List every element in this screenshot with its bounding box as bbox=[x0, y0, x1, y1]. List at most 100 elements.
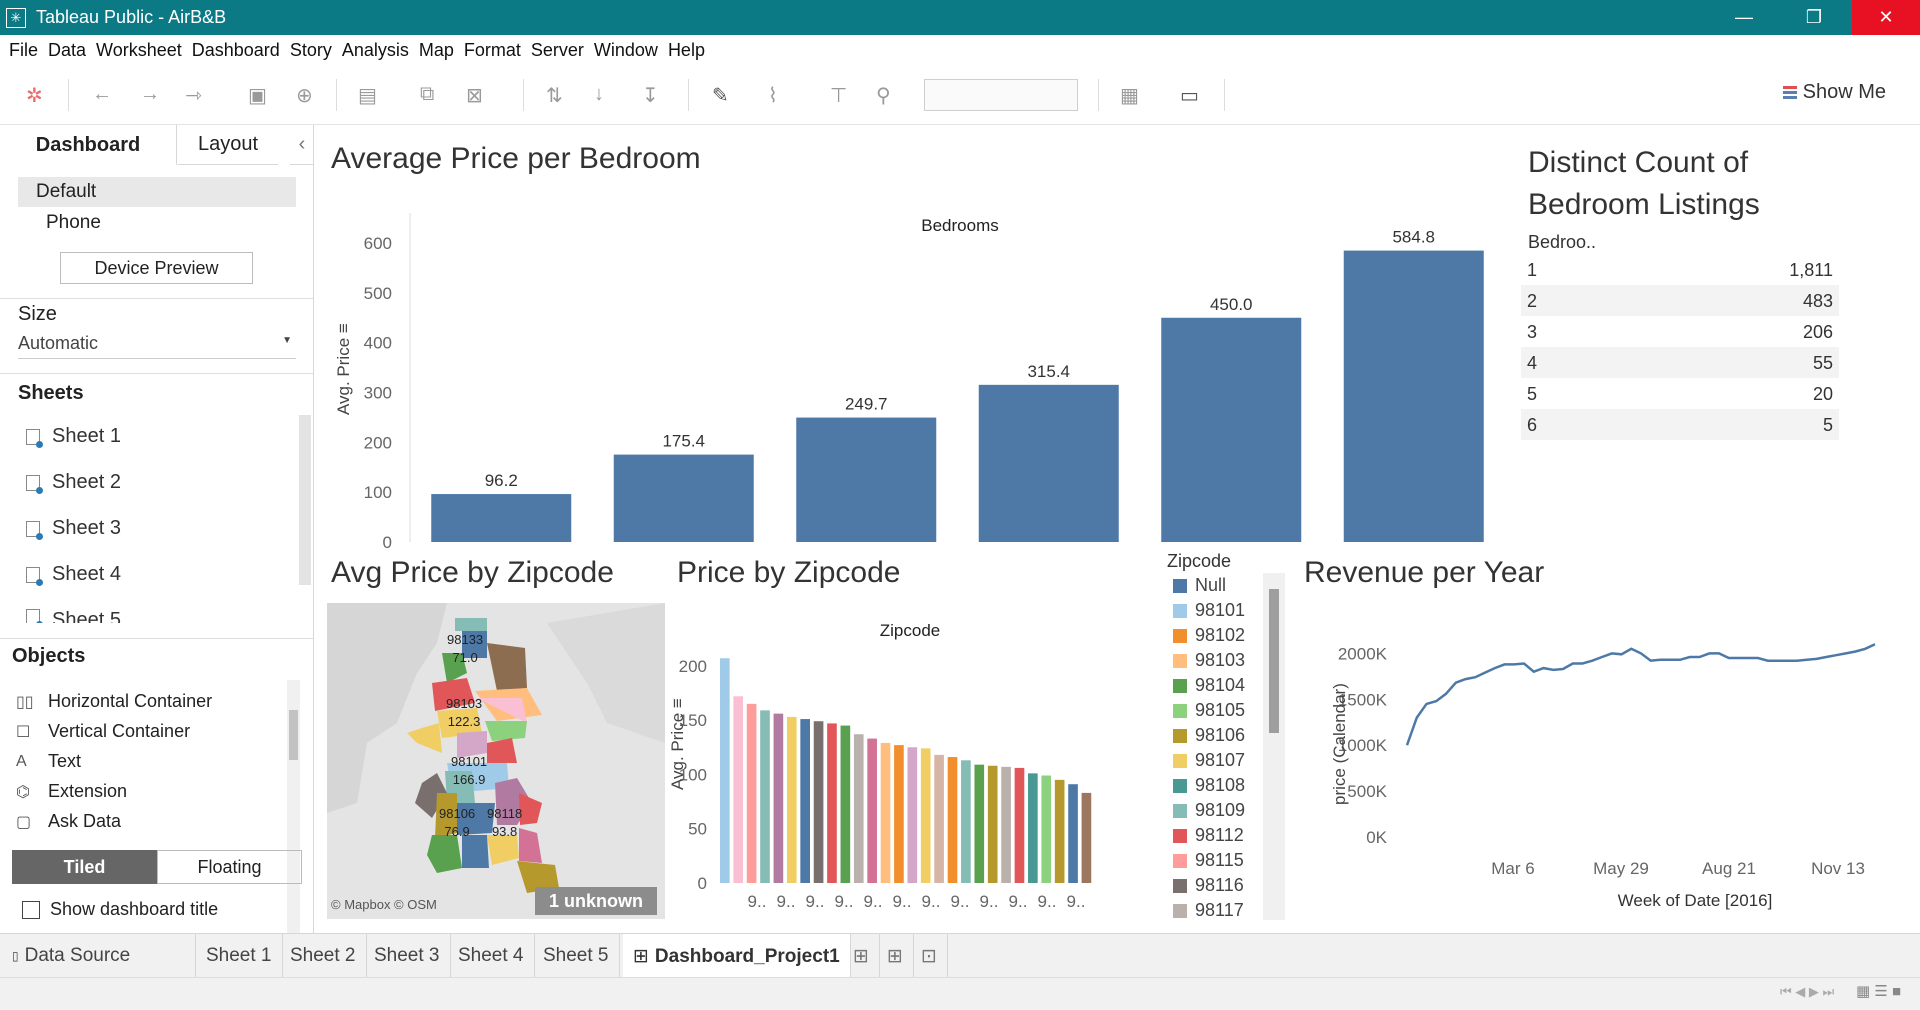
tableau-home-icon[interactable]: ✲ bbox=[26, 83, 43, 108]
device-phone[interactable]: Phone bbox=[46, 212, 101, 234]
fit-dropdown[interactable] bbox=[924, 79, 1078, 111]
pin-icon[interactable]: ⚲ bbox=[876, 83, 891, 108]
legend-item[interactable]: 98115 bbox=[1173, 850, 1244, 871]
menu-server[interactable]: Server bbox=[531, 40, 584, 61]
bar bbox=[827, 723, 837, 883]
zip-map[interactable]: 98133 71.0 98103 122.3 98101 166.9 98106 76.9 98… bbox=[327, 603, 665, 919]
x-tick-label: 9.. bbox=[980, 892, 999, 911]
tab-sheet-3[interactable]: Sheet 3 bbox=[364, 934, 451, 978]
bedroom-cell: 3 bbox=[1527, 322, 1538, 342]
duplicate-icon[interactable]: ⧉ bbox=[420, 83, 434, 106]
object-ask-data[interactable]: ▢ Ask Data bbox=[16, 811, 121, 832]
x-tick-label: 9.. bbox=[1038, 892, 1057, 911]
replay-icon[interactable]: ⇾ bbox=[185, 83, 202, 108]
legend-item[interactable]: 98105 bbox=[1173, 700, 1245, 721]
y-tick-label: 500K bbox=[1347, 782, 1387, 801]
sheet-item-4[interactable]: Sheet 4 bbox=[26, 563, 121, 586]
new-worksheet-icon[interactable]: ▤ bbox=[358, 83, 377, 108]
new-worksheet-tab-icon[interactable]: ⊞ bbox=[843, 934, 880, 978]
show-cards-icon[interactable]: ▦ bbox=[1120, 83, 1139, 108]
menu-analysis[interactable]: Analysis bbox=[342, 40, 409, 61]
menu-file[interactable]: File bbox=[9, 40, 38, 61]
menu-data[interactable]: Data bbox=[48, 40, 86, 61]
object-extension[interactable]: ⌬ Extension bbox=[16, 781, 127, 802]
tab-sheet-1[interactable]: Sheet 1 bbox=[196, 934, 283, 978]
bar bbox=[786, 716, 797, 883]
x-tick-label: 6 bbox=[1409, 553, 1418, 555]
maximize-button[interactable]: ❐ bbox=[1780, 0, 1848, 35]
tab-sheet-2[interactable]: Sheet 2 bbox=[280, 934, 367, 978]
objects-scrollbar[interactable] bbox=[287, 680, 300, 966]
sheet-item-5[interactable]: Sheet 5 bbox=[26, 609, 121, 623]
sheet-nav-icon[interactable]: ⏮ ◀ ▶ ⏭ bbox=[1780, 984, 1834, 1000]
floating-button[interactable]: Floating bbox=[157, 850, 302, 884]
legend-item[interactable]: 98109 bbox=[1173, 800, 1245, 821]
redo-icon[interactable]: → bbox=[140, 83, 160, 106]
legend-item[interactable]: 98104 bbox=[1173, 675, 1245, 696]
tab-dashboard[interactable]: Dashboard bbox=[0, 125, 177, 165]
device-preview-button[interactable]: Device Preview bbox=[60, 252, 253, 284]
legend-item[interactable]: 98108 bbox=[1173, 775, 1245, 796]
legend-item[interactable]: 98101 bbox=[1173, 600, 1245, 621]
sheet-item-2[interactable]: Sheet 2 bbox=[26, 471, 121, 494]
sheets-scrollbar[interactable] bbox=[299, 415, 311, 585]
legend-item[interactable]: 98102 bbox=[1173, 625, 1245, 646]
legend-scrollbar[interactable] bbox=[1263, 573, 1285, 920]
legend-item[interactable]: 98117 bbox=[1173, 900, 1244, 921]
tab-sheet-5[interactable]: Sheet 5 bbox=[533, 934, 620, 978]
unknown-indicator[interactable]: 1 unknown bbox=[535, 887, 657, 915]
new-dashboard-tab-icon[interactable]: ⊞ bbox=[877, 934, 914, 978]
legend-item[interactable]: 98112 bbox=[1173, 825, 1244, 846]
collapse-pane-icon[interactable]: ‹ bbox=[290, 125, 314, 165]
object-horizontal-container[interactable]: ▯▯ Horizontal Container bbox=[16, 691, 212, 712]
label-icon[interactable]: ⊤ bbox=[830, 83, 847, 108]
legend-label: 98103 bbox=[1195, 650, 1246, 670]
swap-icon[interactable]: ⇅ bbox=[546, 83, 563, 108]
sheet-item-1[interactable]: Sheet 1 bbox=[26, 425, 121, 448]
legend-swatch bbox=[1173, 704, 1187, 719]
view-mode-icon[interactable]: ▦ ☰ ■ bbox=[1856, 982, 1901, 1000]
show-title-checkbox[interactable] bbox=[22, 901, 40, 919]
bar bbox=[1041, 775, 1052, 883]
menu-window[interactable]: Window bbox=[594, 40, 658, 61]
legend-item[interactable]: 98106 bbox=[1173, 725, 1245, 746]
group-icon[interactable]: ⌇ bbox=[768, 83, 778, 108]
data-source-label: Data Source bbox=[24, 945, 131, 966]
menu-map[interactable]: Map bbox=[419, 40, 454, 61]
table-row: 4 55 bbox=[1521, 347, 1839, 378]
legend-item[interactable]: 98103 bbox=[1173, 650, 1245, 671]
legend-item[interactable]: 98107 bbox=[1173, 750, 1245, 771]
menu-format[interactable]: Format bbox=[464, 40, 521, 61]
legend-item[interactable]: Null bbox=[1173, 575, 1226, 596]
map-zip-label: 98106 76.9 bbox=[439, 806, 476, 839]
menu-dashboard[interactable]: Dashboard bbox=[192, 40, 280, 61]
tab-data-source[interactable]: ▯ Data Source bbox=[0, 934, 196, 978]
legend-item[interactable]: 98116 bbox=[1173, 875, 1244, 896]
show-me-button[interactable]: Show Me bbox=[1782, 81, 1886, 104]
tab-layout[interactable]: Layout bbox=[178, 125, 278, 165]
menu-worksheet[interactable]: Worksheet bbox=[96, 40, 182, 61]
undo-icon[interactable]: ← bbox=[92, 83, 112, 106]
presentation-mode-icon[interactable]: ▭ bbox=[1180, 83, 1199, 108]
device-default[interactable]: Default bbox=[36, 181, 96, 203]
sheet-item-3[interactable]: Sheet 3 bbox=[26, 517, 121, 540]
menu-help[interactable]: Help bbox=[668, 40, 705, 61]
horizontal-container-icon: ▯▯ bbox=[16, 693, 34, 711]
clear-sheet-icon[interactable]: ⊠ bbox=[466, 83, 483, 108]
tab-sheet-4[interactable]: Sheet 4 bbox=[448, 934, 535, 978]
object-vertical-container[interactable]: ☐ Vertical Container bbox=[16, 721, 190, 742]
highlight-icon[interactable]: ✎ bbox=[712, 83, 729, 108]
sort-asc-icon[interactable]: ↓ bbox=[594, 83, 604, 106]
sort-desc-icon[interactable]: ↧ bbox=[642, 83, 659, 108]
menu-story[interactable]: Story bbox=[290, 40, 332, 61]
close-button[interactable]: ✕ bbox=[1852, 0, 1920, 35]
new-story-tab-icon[interactable]: ⊡ bbox=[911, 934, 948, 978]
tab-dashboard-project1[interactable]: ⊞ Dashboard_Project1 bbox=[623, 934, 851, 979]
tiled-button[interactable]: Tiled bbox=[12, 850, 157, 884]
avg-price-bedroom-title: Average Price per Bedroom bbox=[331, 142, 701, 175]
object-text[interactable]: A Text bbox=[16, 751, 81, 772]
size-dropdown[interactable]: Automatic ▼ bbox=[18, 333, 296, 359]
new-data-source-icon[interactable]: ⊕ bbox=[296, 83, 313, 108]
save-icon[interactable]: ▣ bbox=[248, 83, 267, 108]
minimize-button[interactable]: — bbox=[1710, 0, 1778, 35]
